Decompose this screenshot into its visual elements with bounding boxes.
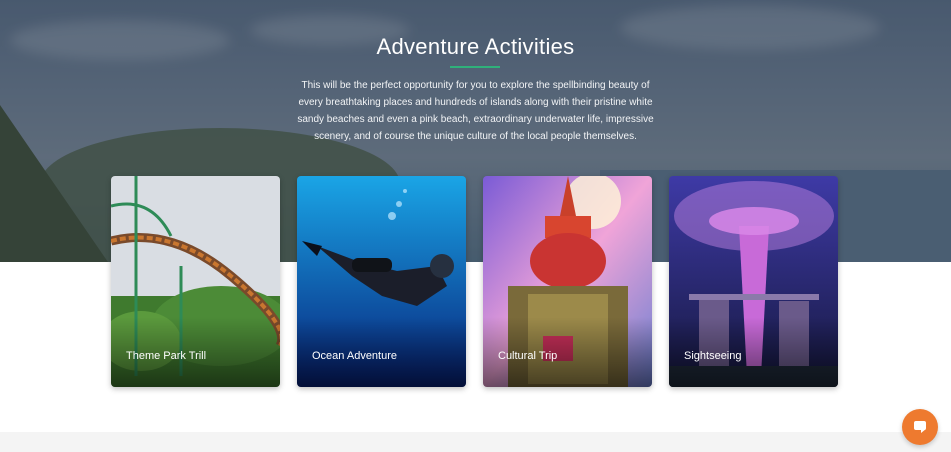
card-label[interactable]: Sightseeing xyxy=(684,350,742,362)
chat-bubble-tail xyxy=(921,429,926,433)
card-cultural-trip[interactable]: Cultural Trip xyxy=(483,176,652,387)
title-underline xyxy=(450,66,500,68)
card-label[interactable]: Cultural Trip xyxy=(498,350,557,362)
chat-button[interactable] xyxy=(902,409,938,445)
card-sightseeing[interactable]: Sightseeing xyxy=(669,176,838,387)
footer-strip xyxy=(0,432,951,452)
section-description: This will be the perfect opportunity for… xyxy=(297,80,654,142)
card-label[interactable]: Theme Park Trill xyxy=(126,350,206,362)
card-ocean-adventure[interactable]: Ocean Adventure xyxy=(297,176,466,387)
section-title: Adventure Activities xyxy=(376,34,575,59)
card-theme-park[interactable]: Theme Park Trill xyxy=(111,176,280,387)
card-label[interactable]: Ocean Adventure xyxy=(312,350,397,362)
